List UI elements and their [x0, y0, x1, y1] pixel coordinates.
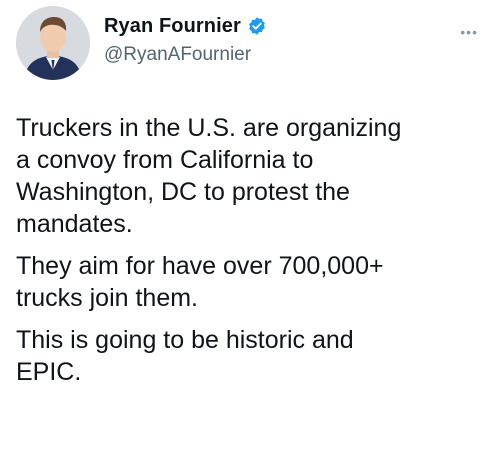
author-block: Ryan Fournier @RyanAFournier	[104, 14, 267, 66]
user-handle[interactable]: @RyanAFournier	[104, 44, 267, 66]
tweet-paragraph: Truckers in the U.S. are organizing a co…	[16, 114, 402, 238]
tweet-paragraph: They aim for have over 700,000+ trucks j…	[16, 252, 384, 312]
tweet-card: Ryan Fournier @RyanAFournier ••• Trucker…	[0, 0, 500, 460]
more-horizontal-icon[interactable]: •••	[460, 24, 478, 40]
avatar[interactable]	[16, 6, 90, 80]
display-name[interactable]: Ryan Fournier	[104, 15, 241, 38]
tweet-paragraph: This is going to be historic and EPIC.	[16, 326, 354, 386]
verified-badge-icon	[247, 16, 267, 36]
tweet-text: Truckers in the U.S. are organizing a co…	[16, 112, 488, 398]
name-row: Ryan Fournier	[104, 14, 267, 38]
